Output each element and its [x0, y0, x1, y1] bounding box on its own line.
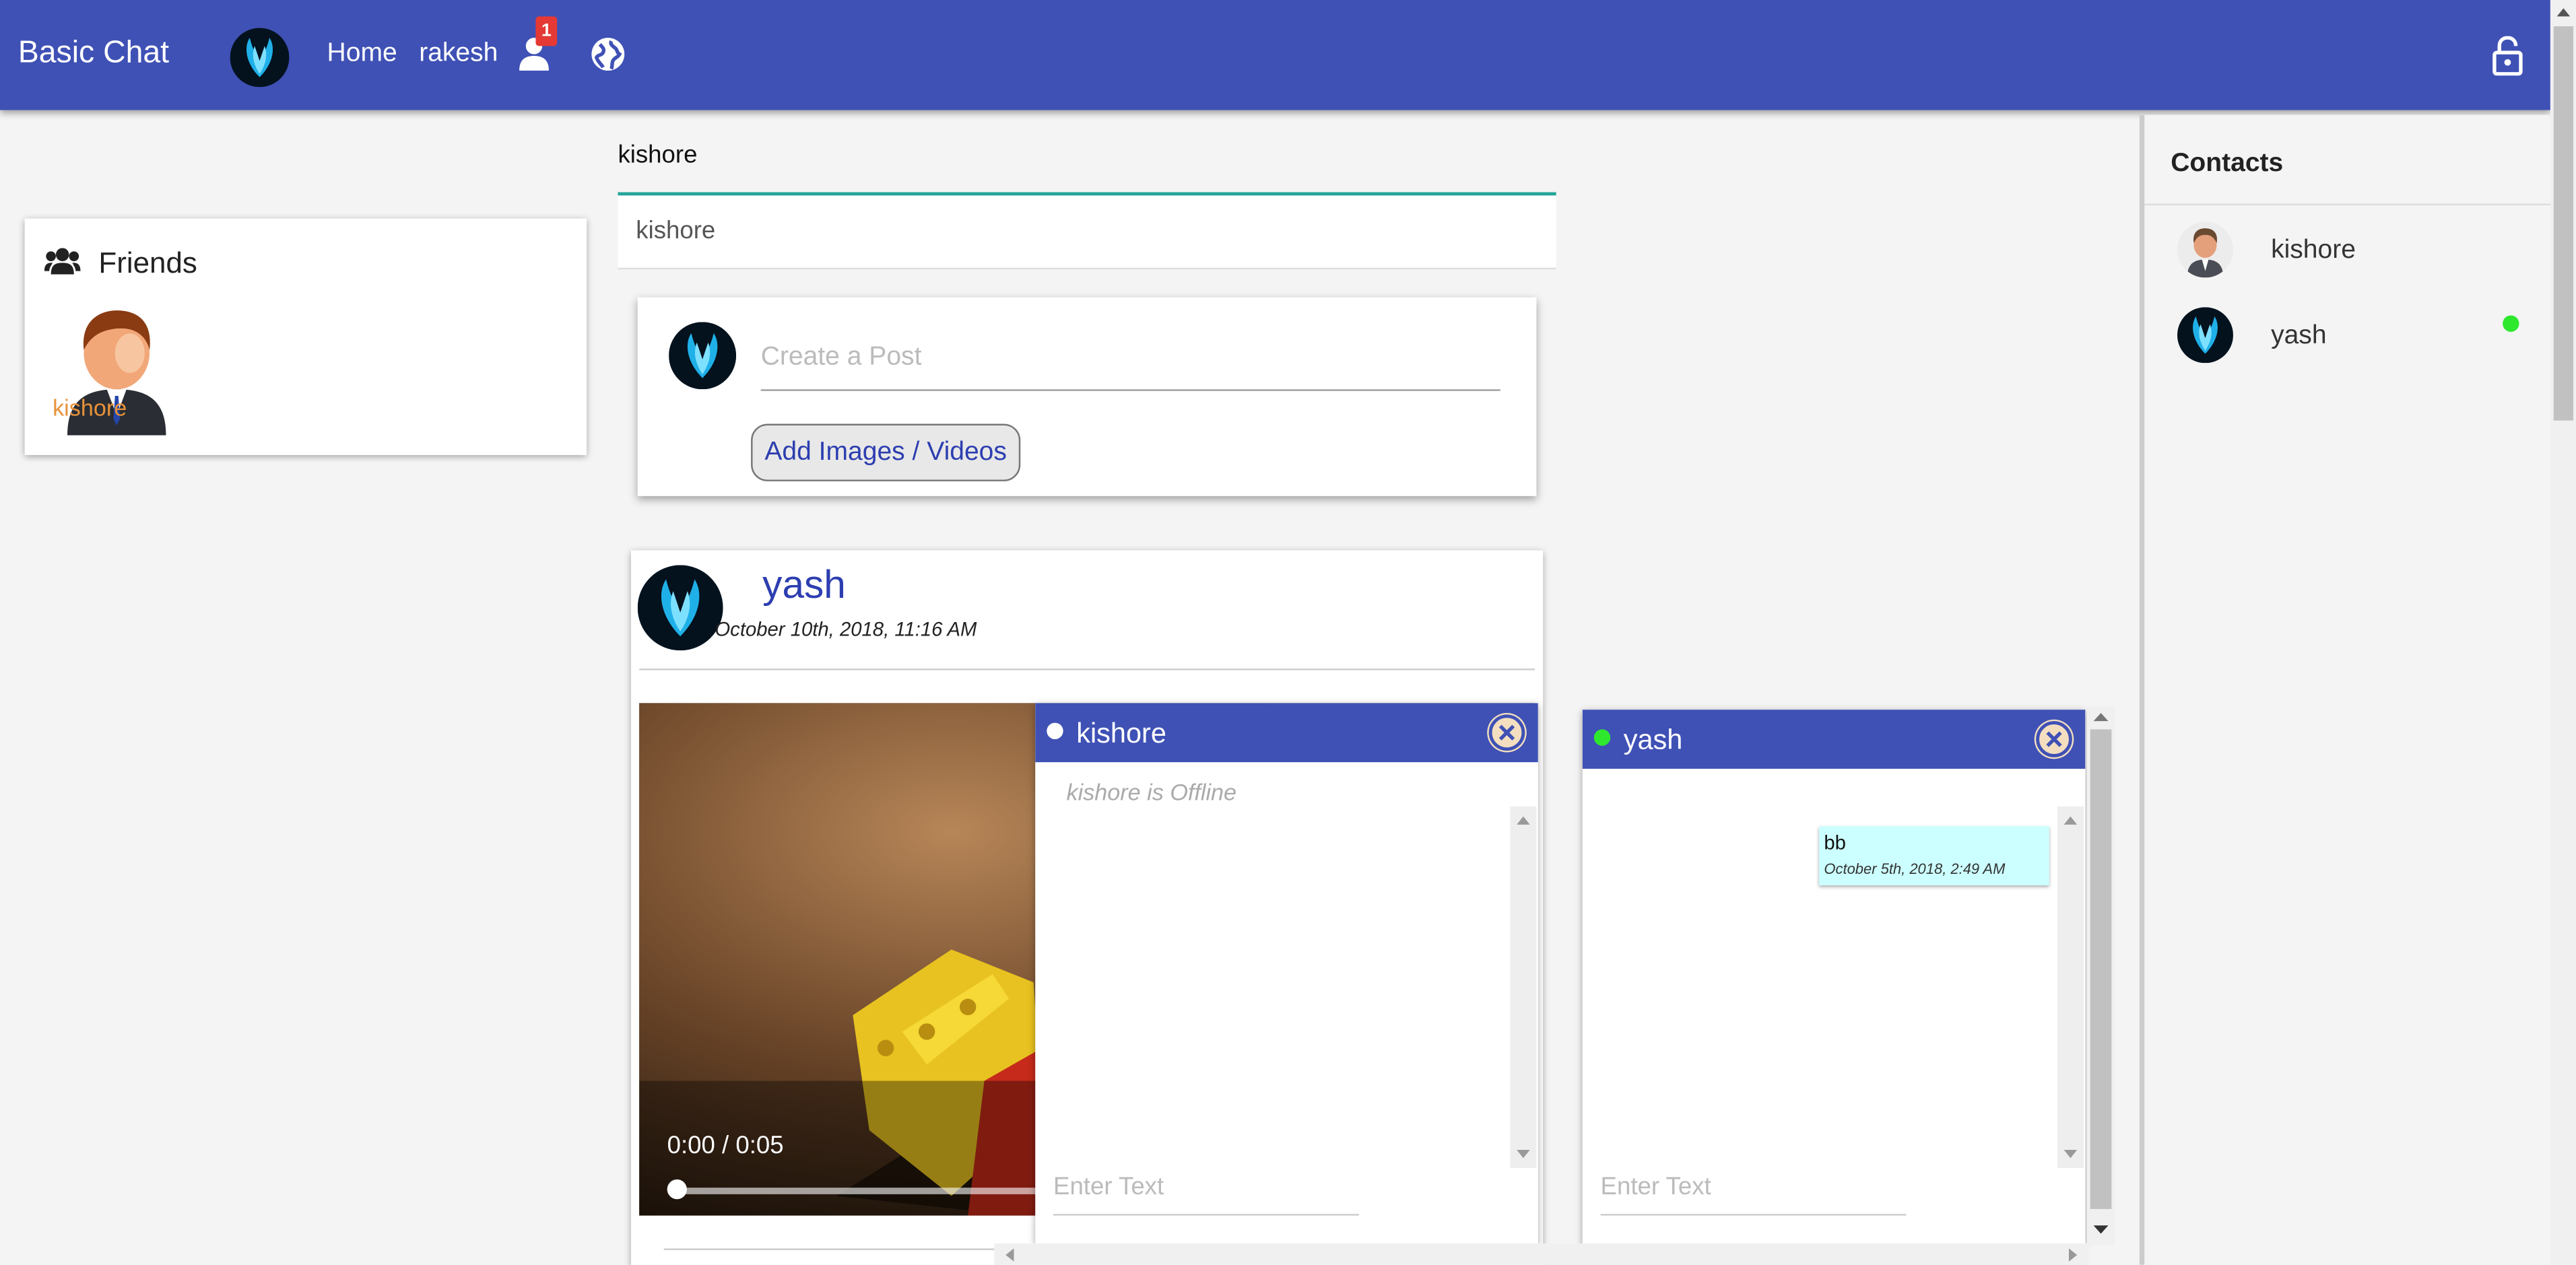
post-author-avatar[interactable] [637, 565, 723, 651]
friends-title: Friends [98, 246, 197, 279]
friends-card: Friends kishore [24, 218, 587, 455]
post-divider [639, 669, 1535, 671]
chat-header[interactable]: yash [1582, 710, 2086, 769]
online-status-dot [1593, 729, 1611, 746]
contacts-panel: Contacts kishore yash [2139, 114, 2556, 1265]
globe-icon[interactable] [590, 36, 626, 81]
chat-window-kishore: kishore kishore is Offline [1035, 703, 1538, 1245]
close-icon[interactable] [1488, 714, 1525, 751]
search-box [618, 192, 1556, 270]
page-scrollbar[interactable] [2550, 0, 2576, 1265]
create-post-input[interactable] [760, 343, 1500, 391]
chat-title: kishore [1076, 718, 1166, 749]
search-label: kishore [618, 141, 698, 170]
scrollbar-thumb[interactable] [2553, 26, 2574, 421]
chat-title: yash [1623, 724, 1683, 756]
chat-message-input[interactable] [1053, 1173, 1359, 1216]
contact-item[interactable]: kishore [2144, 221, 2555, 304]
contacts-title: Contacts [2171, 149, 2284, 178]
close-icon[interactable] [2036, 721, 2072, 757]
nav-home-link[interactable]: Home [327, 40, 397, 69]
post-author-name[interactable]: yash [762, 563, 846, 609]
chat-scrollbar[interactable] [1510, 807, 1537, 1168]
chat-status-text: kishore is Offline [1066, 778, 1237, 805]
nav-user-link[interactable]: rakesh [419, 40, 498, 69]
video-progress-knob[interactable] [667, 1179, 687, 1200]
add-media-button[interactable]: Add Images / Videos [751, 423, 1021, 481]
contact-name: kishore [2271, 236, 2356, 265]
notification-badge: 1 [535, 16, 558, 46]
chat-scrollbar[interactable] [2057, 807, 2084, 1168]
video-time: 0:00 / 0:05 [667, 1132, 784, 1160]
chat-message: bb October 5th, 2018, 2:49 AM [1819, 826, 2049, 886]
video-progress-track[interactable] [675, 1188, 1070, 1194]
contact-item[interactable]: yash [2144, 307, 2555, 389]
chat-window-yash: yash bb October 5th, 2018, 2:49 AM [1582, 710, 2086, 1245]
contact-avatar [2177, 221, 2233, 278]
chat-message-input[interactable] [1600, 1173, 1907, 1216]
app-root: Basic Chat Home rakesh 1 Friends kishore… [0, 0, 2576, 1265]
post-timestamp: October 10th, 2018, 11:16 AM [715, 617, 977, 641]
offline-status-dot [1047, 722, 1063, 739]
message-time: October 5th, 2018, 2:49 AM [1824, 860, 2006, 877]
create-post-card: Add Images / Videos [637, 297, 1537, 496]
scrollbar-thumb[interactable] [2090, 729, 2112, 1209]
chat-header[interactable]: kishore [1035, 703, 1538, 763]
horizontal-scrollbar[interactable] [994, 1243, 2089, 1265]
friend-name[interactable]: kishore [53, 395, 127, 421]
chat-area-scrollbar[interactable] [2086, 706, 2115, 1245]
user-avatar[interactable] [230, 28, 290, 88]
online-status-dot [2503, 315, 2519, 332]
search-input[interactable] [636, 217, 1523, 245]
contact-name: yash [2271, 322, 2327, 350]
brand-title[interactable]: Basic Chat [18, 36, 169, 73]
user-avatar [669, 322, 737, 390]
message-text: bb [1824, 831, 1846, 854]
group-icon [44, 246, 81, 284]
top-navbar: Basic Chat Home rakesh 1 [0, 0, 2550, 110]
contact-avatar [2177, 307, 2233, 364]
lock-icon[interactable] [2491, 36, 2524, 84]
contacts-divider [2144, 203, 2556, 205]
